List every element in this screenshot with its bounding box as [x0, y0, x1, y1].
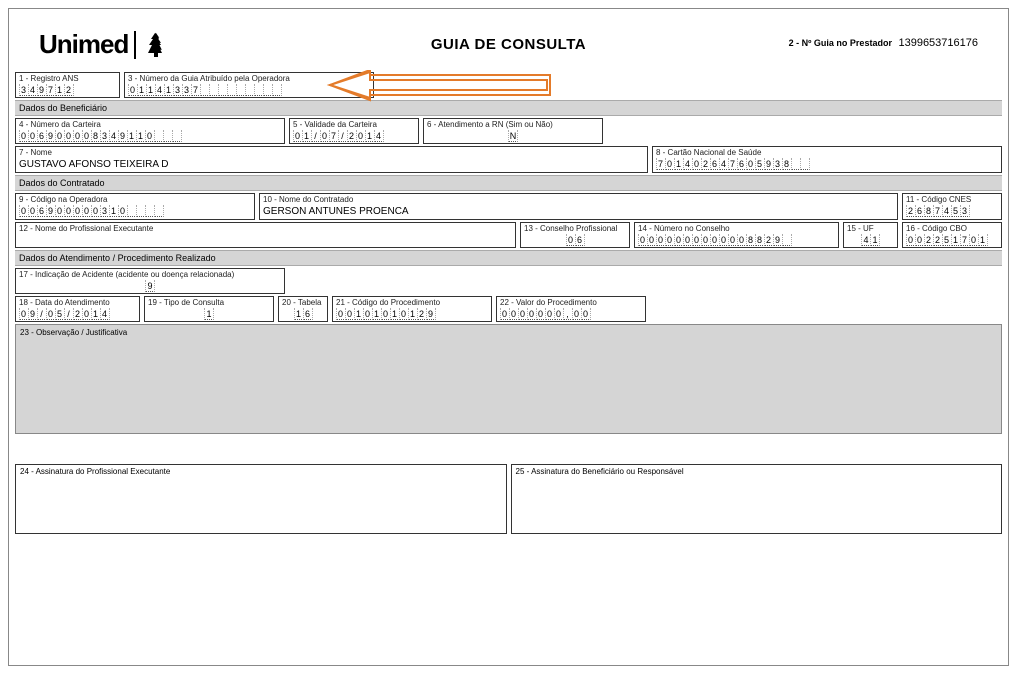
form-area: 1 - Registro ANS 349712 3 - Número da Gu… [9, 72, 1008, 434]
field-8-cartao-nacional-saude: 8 - Cartão Nacional de Saúde 70140264760… [652, 146, 1002, 173]
field-25-assinatura-beneficiario: 25 - Assinatura do Beneficiário ou Respo… [511, 464, 1003, 534]
field-5-validade-carteira: 5 - Validade da Carteira 01/07/2014 [289, 118, 419, 144]
logo-text: Unimed [39, 29, 128, 60]
field-20-value: 16 [282, 308, 324, 321]
field-3-numero-guia-operadora: 3 - Número da Guia Atribuído pela Operad… [124, 72, 374, 98]
field-13-value: 06 [524, 234, 626, 247]
field-3-value: 01141337 [128, 84, 370, 97]
field-5-value: 01/07/2014 [293, 130, 415, 143]
field-6-value: N [427, 130, 599, 143]
field-19-label: 19 - Tipo de Consulta [148, 298, 270, 308]
field-17-label: 17 - Indicação de Acidente (acidente ou … [19, 270, 281, 280]
field-15-uf: 15 - UF 41 [843, 222, 898, 248]
field-6-atendimento-rn: 6 - Atendimento a RN (Sim ou Não) N [423, 118, 603, 144]
field-13-label: 13 - Conselho Profissional [524, 224, 626, 234]
field-12-label: 12 - Nome do Profissional Executante [19, 224, 512, 234]
field-14-numero-conselho: 14 - Número no Conselho 0000000000008829 [634, 222, 839, 248]
page-title: GUIA DE CONSULTA [431, 36, 586, 53]
section-contratado: Dados do Contratado [15, 175, 1002, 191]
field-11-label: 11 - Código CNES [906, 195, 998, 205]
row-contratado: 9 - Código na Operadora 006900000310 10 … [15, 193, 1002, 220]
field-24-assinatura-profissional: 24 - Assinatura do Profissional Executan… [15, 464, 507, 534]
field-17-value: 9 [19, 280, 281, 293]
guia-consulta-page: Unimed GUIA DE CONSULTA 2 - Nº Guia no P… [8, 8, 1009, 666]
field-10-nome-contratado: 10 - Nome do Contratado GERSON ANTUNES P… [259, 193, 898, 220]
field-13-conselho-profissional: 13 - Conselho Profissional 06 [520, 222, 630, 248]
field-20-tabela: 20 - Tabela 16 [278, 296, 328, 322]
row-nome-cns: 7 - Nome GUSTAVO AFONSO TEIXEIRA D 8 - C… [15, 146, 1002, 173]
field-21-value: 00101010129 [336, 308, 488, 321]
section-atendimento: Dados do Atendimento / Procedimento Real… [15, 250, 1002, 266]
field-15-label: 15 - UF [847, 224, 894, 234]
field-7-value: GUSTAVO AFONSO TEIXEIRA D [19, 159, 168, 170]
field-23-label: 23 - Observação / Justificativa [20, 328, 127, 337]
field-4-label: 4 - Número da Carteira [19, 120, 281, 130]
field-22-value: 0000000,00 [500, 308, 642, 321]
row-registro-guia: 1 - Registro ANS 349712 3 - Número da Gu… [15, 72, 1002, 98]
field-11-value: 2687453 [906, 205, 998, 218]
logo-divider [134, 31, 136, 59]
field-3-label: 3 - Número da Guia Atribuído pela Operad… [128, 74, 370, 84]
field-12-nome-profissional: 12 - Nome do Profissional Executante [15, 222, 516, 248]
field-2-value: 1399653716176 [898, 37, 978, 49]
field-22-label: 22 - Valor do Procedimento [500, 298, 642, 308]
field-18-value: 09/05/2014 [19, 308, 136, 321]
field-25-label: 25 - Assinatura do Beneficiário ou Respo… [516, 467, 684, 476]
field-2-guia-prestador: 2 - Nº Guia no Prestador 1399653716176 [789, 37, 978, 49]
field-16-value: 002251701 [906, 234, 998, 247]
field-2-label: 2 - Nº Guia no Prestador [789, 38, 892, 48]
field-7-label: 7 - Nome [19, 148, 644, 158]
header: Unimed GUIA DE CONSULTA 2 - Nº Guia no P… [9, 9, 1008, 70]
field-17-indicacao-acidente: 17 - Indicação de Acidente (acidente ou … [15, 268, 285, 294]
row-profissional: 12 - Nome do Profissional Executante 13 … [15, 222, 1002, 248]
field-1-value: 349712 [19, 84, 116, 97]
field-4-value: 006900008349110 [19, 130, 281, 143]
field-15-value: 41 [847, 234, 894, 247]
logo: Unimed [39, 29, 170, 60]
field-14-value: 0000000000008829 [638, 234, 835, 247]
field-21-label: 21 - Código do Procedimento [336, 298, 488, 308]
field-1-registro-ans: 1 - Registro ANS 349712 [15, 72, 120, 98]
field-10-value: GERSON ANTUNES PROENCA [263, 206, 409, 217]
field-9-codigo-operadora: 9 - Código na Operadora 006900000310 [15, 193, 255, 220]
field-8-label: 8 - Cartão Nacional de Saúde [656, 148, 998, 158]
field-6-label: 6 - Atendimento a RN (Sim ou Não) [427, 120, 599, 130]
field-5-label: 5 - Validade da Carteira [293, 120, 415, 130]
section-beneficiario: Dados do Beneficiário [15, 100, 1002, 116]
field-9-label: 9 - Código na Operadora [19, 195, 251, 205]
field-7-nome: 7 - Nome GUSTAVO AFONSO TEIXEIRA D [15, 146, 648, 173]
field-20-label: 20 - Tabela [282, 298, 324, 308]
field-21-codigo-procedimento: 21 - Código do Procedimento 00101010129 [332, 296, 492, 322]
field-14-label: 14 - Número no Conselho [638, 224, 835, 234]
field-23-observacao: 23 - Observação / Justificativa [15, 324, 1002, 434]
field-8-value: 701402647605938 [656, 158, 998, 171]
field-1-label: 1 - Registro ANS [19, 74, 116, 84]
field-18-data-atendimento: 18 - Data do Atendimento 09/05/2014 [15, 296, 140, 322]
field-10-label: 10 - Nome do Contratado [263, 195, 894, 205]
field-18-label: 18 - Data do Atendimento [19, 298, 136, 308]
row-carteira: 4 - Número da Carteira 006900008349110 5… [15, 118, 1002, 144]
signature-row: 24 - Assinatura do Profissional Executan… [9, 464, 1008, 534]
field-16-codigo-cbo: 16 - Código CBO 002251701 [902, 222, 1002, 248]
field-16-label: 16 - Código CBO [906, 224, 998, 234]
field-11-codigo-cnes: 11 - Código CNES 2687453 [902, 193, 1002, 220]
field-24-label: 24 - Assinatura do Profissional Executan… [20, 467, 170, 476]
row-atendimento-detalhes: 18 - Data do Atendimento 09/05/2014 19 -… [15, 296, 1002, 322]
field-19-value: 1 [148, 308, 270, 321]
field-9-value: 006900000310 [19, 205, 251, 218]
field-4-numero-carteira: 4 - Número da Carteira 006900008349110 [15, 118, 285, 144]
field-22-valor-procedimento: 22 - Valor do Procedimento 0000000,00 [496, 296, 646, 322]
field-19-tipo-consulta: 19 - Tipo de Consulta 1 [144, 296, 274, 322]
pine-tree-icon [142, 31, 170, 59]
row-acidente: 17 - Indicação de Acidente (acidente ou … [15, 268, 1002, 294]
